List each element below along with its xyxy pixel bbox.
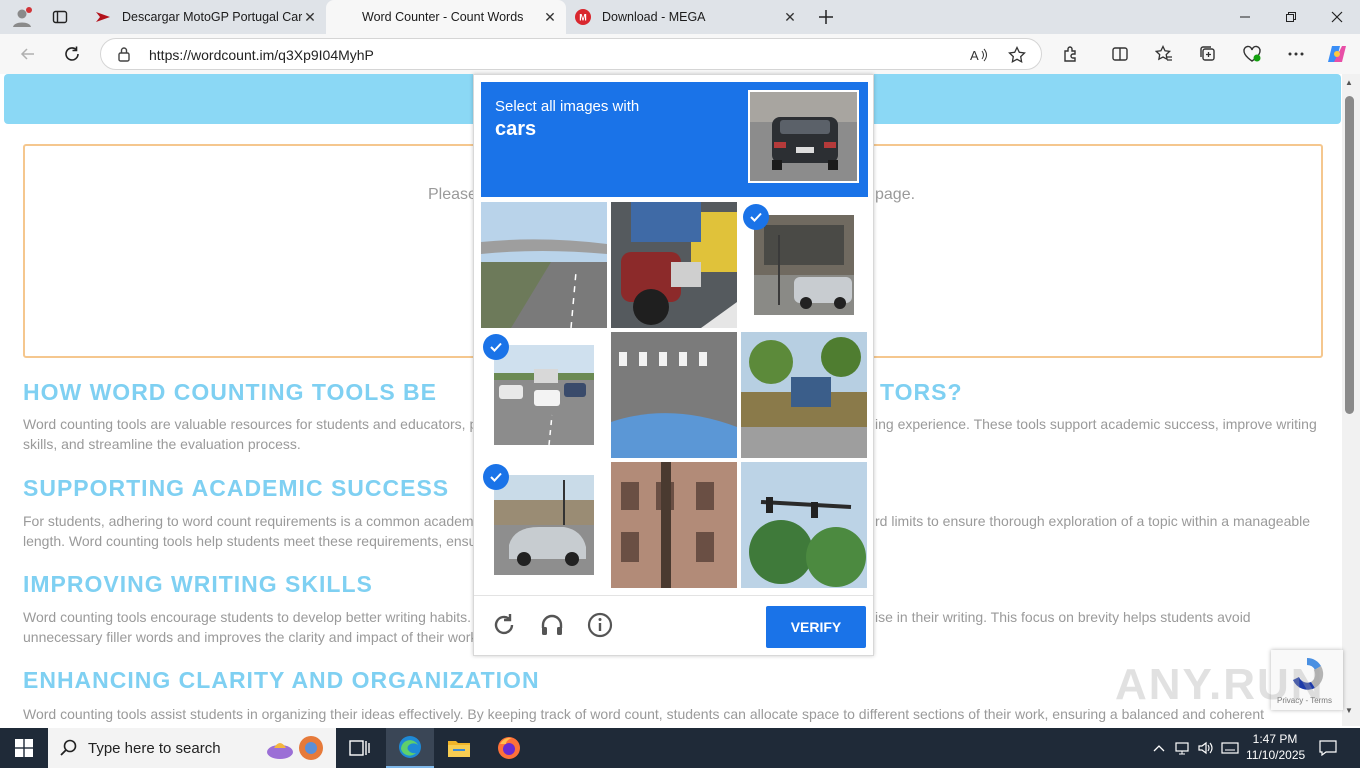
paragraph-text: skills, and streamline the evaluation pr… xyxy=(23,436,301,452)
taskbar-file-explorer-icon[interactable] xyxy=(435,728,483,768)
tab-title: Word Counter - Count Words xyxy=(362,10,524,24)
sample-car-image xyxy=(748,90,859,183)
show-hidden-icons-icon[interactable] xyxy=(1149,738,1169,758)
reload-challenge-icon[interactable] xyxy=(489,610,519,640)
search-placeholder: Type here to search xyxy=(88,740,221,757)
scroll-up-icon[interactable]: ▲ xyxy=(1345,78,1353,87)
notifications-icon[interactable] xyxy=(1318,738,1338,758)
windows-taskbar: Type here to search 1:47 PM 11/10/2025 xyxy=(0,728,1360,768)
favorite-star-icon[interactable] xyxy=(1005,43,1029,67)
browser-title-bar: Descargar MotoGP Portugal Carre ✕ Word C… xyxy=(0,0,1360,34)
browser-essentials-icon[interactable] xyxy=(1238,40,1266,68)
captcha-tile-7[interactable] xyxy=(481,462,607,588)
captcha-tile-5[interactable] xyxy=(611,332,737,458)
clock-date: 11/10/2025 xyxy=(1246,748,1306,762)
minimize-icon[interactable] xyxy=(1222,0,1268,34)
paragraph-text: rd limits to ensure thorough exploration… xyxy=(875,513,1311,529)
collections-icon[interactable] xyxy=(1194,40,1222,68)
captcha-tile-1[interactable] xyxy=(481,202,607,328)
tab-title: Descargar MotoGP Portugal Carre xyxy=(122,10,302,24)
extensions-icon[interactable] xyxy=(1057,40,1085,68)
restore-icon[interactable] xyxy=(1268,0,1314,34)
challenge-header: Select all images with cars xyxy=(481,82,868,197)
profile-icon[interactable] xyxy=(10,5,34,29)
textarea-placeholder-end: page. xyxy=(875,186,916,203)
captcha-tile-6[interactable] xyxy=(741,332,867,458)
taskbar-search-box[interactable]: Type here to search xyxy=(48,728,336,768)
recaptcha-challenge: Select all images with cars VERIFY xyxy=(473,74,874,656)
section-heading: SUPPORTING ACADEMIC SUCCESS xyxy=(23,475,450,501)
copilot-icon[interactable] xyxy=(1323,40,1351,68)
close-tab-icon[interactable]: ✕ xyxy=(542,9,558,25)
paragraph-text: ise in their writing. This focus on brev… xyxy=(875,609,1251,625)
taskbar-edge-icon[interactable] xyxy=(386,728,434,768)
blank-favicon-icon xyxy=(334,8,352,26)
tab-title: Download - MEGA xyxy=(602,10,706,24)
favorites-icon[interactable] xyxy=(1150,40,1178,68)
scrollbar-thumb[interactable] xyxy=(1345,96,1354,414)
lock-icon[interactable] xyxy=(117,46,131,67)
svg-text:M: M xyxy=(579,13,587,23)
close-window-icon[interactable] xyxy=(1314,0,1360,34)
textarea-placeholder: Please xyxy=(428,186,477,203)
mega-favicon-icon: M xyxy=(574,8,592,26)
tile-selected-check-icon xyxy=(483,464,509,490)
refresh-icon[interactable] xyxy=(58,40,86,68)
more-options-icon[interactable] xyxy=(1282,40,1310,68)
tab-motogp[interactable]: Descargar MotoGP Portugal Carre ✕ xyxy=(86,0,326,34)
challenge-instruction: Select all images with xyxy=(495,98,640,115)
taskbar-firefox-icon[interactable] xyxy=(485,728,533,768)
start-windows-icon[interactable] xyxy=(0,728,48,768)
back-icon[interactable] xyxy=(14,40,42,68)
paragraph-text: length. Word counting tools help student… xyxy=(23,533,477,549)
split-screen-icon[interactable] xyxy=(1106,40,1134,68)
keyboard-input-icon[interactable] xyxy=(1220,738,1240,758)
audio-challenge-icon[interactable] xyxy=(537,610,567,640)
tab-mega[interactable]: M Download - MEGA ✕ xyxy=(566,0,806,34)
captcha-tile-3[interactable] xyxy=(741,202,867,328)
search-highlight-icon xyxy=(267,736,323,760)
paragraph-text: unnecessary filler words and improves th… xyxy=(23,629,478,645)
section-heading: IMPROVING WRITING SKILLS xyxy=(23,571,373,597)
address-toolbar: https://wordcount.im/q3Xp9I04MyhP A xyxy=(0,34,1360,74)
volume-icon[interactable] xyxy=(1196,738,1216,758)
clock-time: 1:47 PM xyxy=(1252,732,1298,746)
tile-selected-check-icon xyxy=(743,204,769,230)
paragraph-text: For students, adhering to word count req… xyxy=(23,513,474,529)
captcha-tile-8[interactable] xyxy=(611,462,737,588)
paragraph-text: ing experience. These tools support acad… xyxy=(875,416,1317,432)
search-icon xyxy=(60,739,77,756)
close-tab-icon[interactable]: ✕ xyxy=(302,9,318,25)
anyrun-watermark: ANY.RUN xyxy=(1115,660,1325,709)
tile-selected-check-icon xyxy=(483,334,509,360)
verify-button[interactable]: VERIFY xyxy=(766,606,866,648)
close-tab-icon[interactable]: ✕ xyxy=(782,9,798,25)
task-view-icon[interactable] xyxy=(336,728,384,768)
paragraph-text: Word counting tools encourage students t… xyxy=(23,609,472,625)
read-aloud-icon[interactable]: A xyxy=(967,43,991,67)
network-icon[interactable] xyxy=(1172,738,1192,758)
page-scrollbar[interactable]: ▲ ▼ xyxy=(1342,74,1360,726)
section-heading: HOW WORD COUNTING TOOLS BE xyxy=(23,379,438,405)
new-tab-icon[interactable] xyxy=(814,5,838,29)
address-bar[interactable]: https://wordcount.im/q3Xp9I04MyhP A xyxy=(100,38,1042,70)
captcha-tile-2[interactable] xyxy=(611,202,737,328)
paragraph-text: Word counting tools are valuable resourc… xyxy=(23,416,478,432)
challenge-footer: VERIFY xyxy=(474,595,873,656)
info-icon[interactable] xyxy=(585,610,615,640)
tab-actions-icon[interactable] xyxy=(48,5,72,29)
captcha-tile-4[interactable] xyxy=(481,332,607,458)
paragraph-text: Word counting tools assist students in o… xyxy=(23,706,1265,722)
challenge-target: cars xyxy=(495,118,537,140)
section-heading-end: TORS? xyxy=(880,379,963,405)
section-heading: ENHANCING CLARITY AND ORGANIZATION xyxy=(23,667,540,693)
svg-text:A: A xyxy=(970,48,979,63)
system-clock[interactable]: 1:47 PM 11/10/2025 xyxy=(1246,731,1306,763)
motogp-favicon-icon xyxy=(94,8,112,26)
url-text[interactable]: https://wordcount.im/q3Xp9I04MyhP xyxy=(149,47,374,63)
captcha-tile-9[interactable] xyxy=(741,462,867,588)
tab-word-counter[interactable]: Word Counter - Count Words ✕ xyxy=(326,0,566,34)
scroll-down-icon[interactable]: ▼ xyxy=(1345,706,1353,715)
